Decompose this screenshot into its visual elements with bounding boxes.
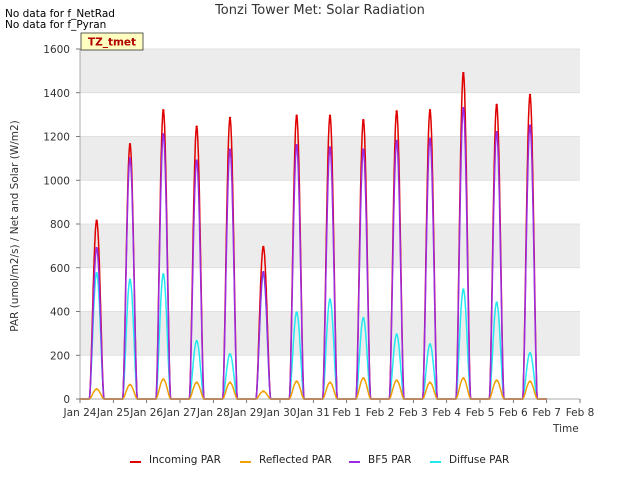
data-point-diffuse-par <box>462 288 465 291</box>
legend: Incoming PAR Reflected PAR BF5 PAR Diffu… <box>0 454 640 470</box>
data-point-diffuse-par <box>362 316 365 320</box>
data-point-bf5-par <box>528 124 532 127</box>
data-point-incoming-par <box>395 110 398 113</box>
grid-band <box>80 224 580 268</box>
x-tick-label: Feb 6 <box>499 407 528 419</box>
x-tick-label: Jan 26 <box>129 407 163 419</box>
data-point-reflected-par <box>195 381 198 384</box>
data-point-incoming-par <box>295 114 298 117</box>
data-point-reflected-par <box>528 380 532 383</box>
data-point-incoming-par <box>362 118 365 122</box>
data-point-incoming-par <box>95 219 98 222</box>
data-point-incoming-par <box>462 71 465 75</box>
data-point-bf5-par <box>328 146 332 149</box>
x-tick-label: Feb 1 <box>332 407 361 419</box>
data-point-incoming-par <box>328 114 332 117</box>
data-point-incoming-par <box>195 125 198 128</box>
data-point-bf5-par <box>362 148 365 151</box>
grid-band <box>80 311 580 356</box>
data-point-incoming-par <box>228 116 232 120</box>
x-tick-label: Feb 2 <box>366 407 395 419</box>
x-tick-label: Jan 30 <box>263 407 297 419</box>
data-point-reflected-par <box>328 381 332 384</box>
data-point-bf5-par <box>128 157 132 160</box>
data-point-diffuse-par <box>128 278 132 281</box>
data-point-incoming-par <box>428 109 432 112</box>
data-point-bf5-par <box>295 144 298 147</box>
data-point-reflected-par <box>228 381 232 384</box>
y-tick-label: 1400 <box>43 88 70 100</box>
y-tick-label: 1200 <box>43 132 70 144</box>
data-point-diffuse-par <box>95 272 98 275</box>
data-point-bf5-par <box>195 159 198 162</box>
x-tick-label: Jan 31 <box>296 407 330 419</box>
data-point-incoming-par <box>262 245 265 249</box>
data-point-bf5-par <box>495 130 498 134</box>
data-point-bf5-par <box>95 246 98 250</box>
x-tick-label: Jan 28 <box>196 407 230 419</box>
x-tick-label: Feb 5 <box>466 407 495 419</box>
y-tick-label: 0 <box>63 394 70 406</box>
x-tick-label: Feb 8 <box>566 407 595 419</box>
data-point-reflected-par <box>462 377 465 380</box>
data-point-reflected-par <box>95 387 98 391</box>
grid-band <box>80 49 580 93</box>
x-axis-label: Time <box>553 423 579 435</box>
data-point-reflected-par <box>295 380 298 383</box>
x-tick-label: Feb 3 <box>399 407 428 419</box>
legend-swatch-bf5-par <box>349 461 360 463</box>
data-point-bf5-par <box>462 106 465 110</box>
data-point-bf5-par <box>428 137 432 140</box>
x-tick-label: Jan 29 <box>229 407 263 419</box>
data-point-diffuse-par <box>428 343 432 346</box>
data-point-diffuse-par <box>195 339 198 343</box>
data-point-reflected-par <box>495 379 498 382</box>
data-point-diffuse-par <box>295 311 298 314</box>
annotation-label: TZ_tmet <box>88 37 136 49</box>
data-point-diffuse-par <box>228 352 232 356</box>
data-point-reflected-par <box>128 383 132 386</box>
data-point-incoming-par <box>528 93 532 97</box>
legend-swatch-incoming-par <box>130 461 141 463</box>
data-point-diffuse-par <box>528 351 532 355</box>
x-tick-label: Feb 7 <box>532 407 561 419</box>
data-point-incoming-par <box>128 142 132 146</box>
data-point-reflected-par <box>262 390 265 393</box>
data-point-bf5-par <box>395 139 398 143</box>
y-tick-label: 800 <box>50 219 70 231</box>
x-tick-label: Feb 4 <box>432 407 461 419</box>
legend-swatch-reflected-par <box>240 461 251 463</box>
x-tick-label: Jan 24 <box>63 407 97 419</box>
y-tick-label: 200 <box>50 350 70 362</box>
y-tick-label: 400 <box>50 307 70 319</box>
x-tick-label: Jan 27 <box>163 407 197 419</box>
x-tick-label: Jan 25 <box>96 407 130 419</box>
data-point-bf5-par <box>162 133 165 136</box>
y-tick-label: 1600 <box>43 44 70 56</box>
data-point-diffuse-par <box>495 301 498 304</box>
y-tick-label: 600 <box>50 263 70 275</box>
data-point-reflected-par <box>428 381 432 384</box>
legend-swatch-diffuse-par <box>430 461 441 463</box>
data-point-diffuse-par <box>162 273 165 276</box>
y-tick-label: 1000 <box>43 175 70 187</box>
grid-band <box>80 136 580 181</box>
data-point-diffuse-par <box>328 298 332 301</box>
chart-plot: 02004006008001000120014001600Jan 24 Jan 2… <box>43 32 595 419</box>
data-point-diffuse-par <box>395 333 398 336</box>
data-point-incoming-par <box>495 103 498 106</box>
data-point-reflected-par <box>162 378 165 381</box>
data-point-reflected-par <box>362 377 365 380</box>
data-point-incoming-par <box>162 109 165 112</box>
data-point-bf5-par <box>262 270 265 274</box>
data-point-bf5-par <box>228 148 232 151</box>
data-point-reflected-par <box>395 379 398 382</box>
